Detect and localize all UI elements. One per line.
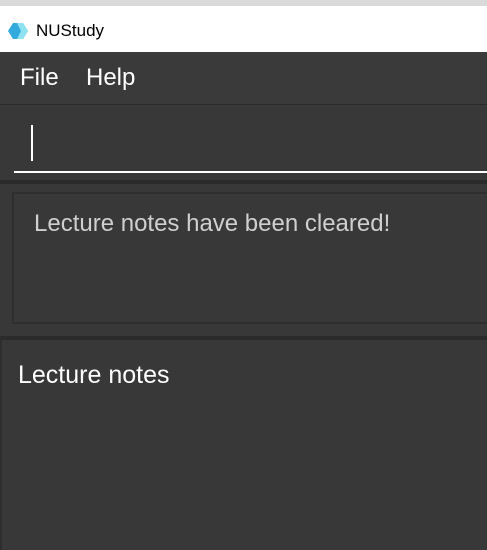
- result-message: Lecture notes have been cleared!: [34, 210, 391, 237]
- text-caret: [31, 125, 33, 161]
- lecture-notes-panel[interactable]: Lecture notes: [0, 336, 487, 550]
- panel-title: Lecture notes: [18, 361, 170, 389]
- menu-file[interactable]: File: [20, 64, 59, 92]
- window-title-bar: NUStudy: [0, 0, 487, 52]
- result-display[interactable]: Lecture notes have been cleared!: [12, 192, 487, 324]
- menu-bar: File Help: [0, 52, 487, 105]
- window-title: NUStudy: [36, 21, 105, 40]
- command-box-area: [0, 105, 487, 184]
- command-input[interactable]: [14, 119, 487, 173]
- menu-help[interactable]: Help: [86, 64, 135, 92]
- app-logo-icon: [8, 23, 28, 39]
